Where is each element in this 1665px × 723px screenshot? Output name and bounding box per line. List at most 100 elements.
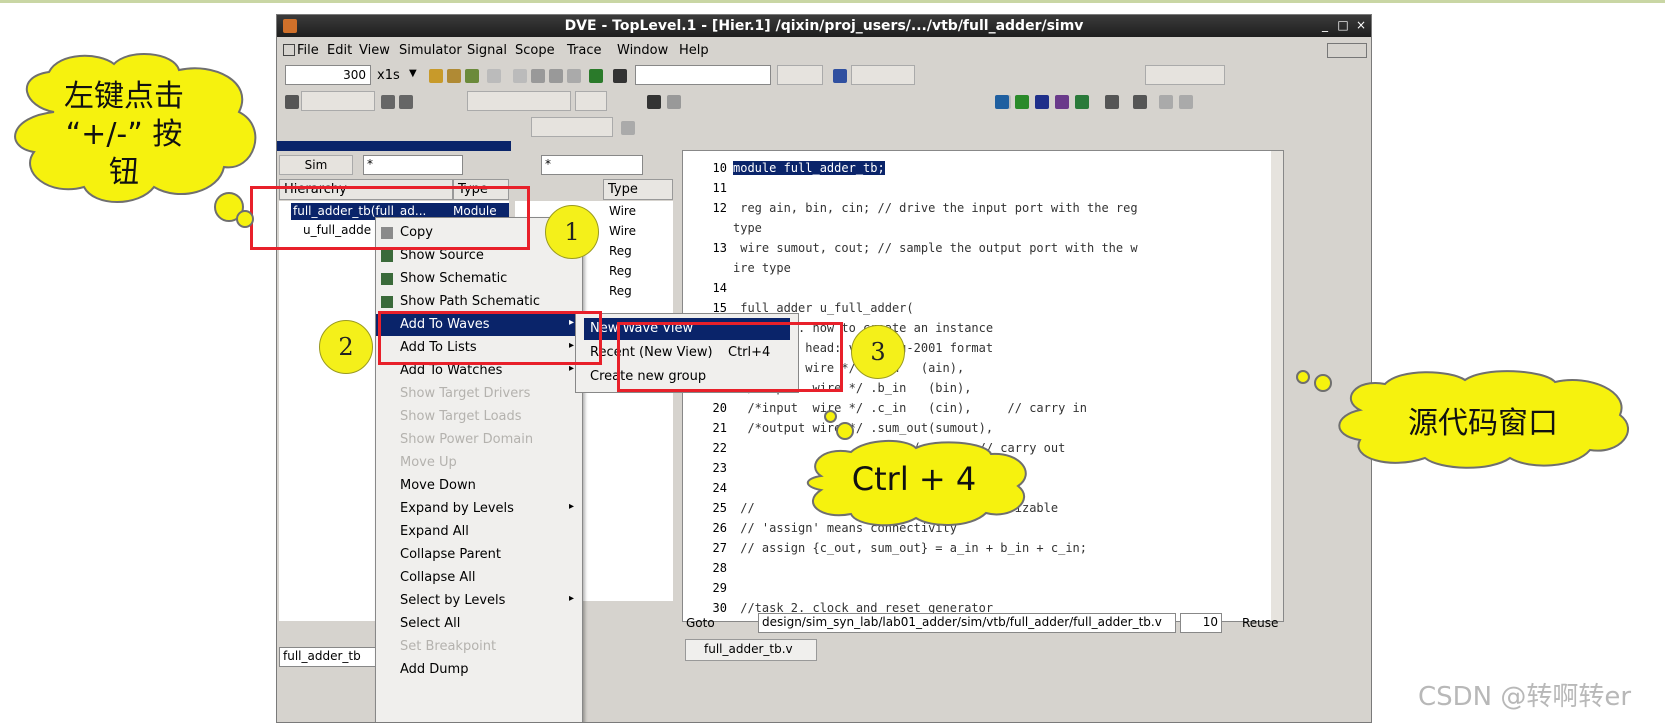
- source-tab[interactable]: full_adder_tb.v: [685, 639, 817, 661]
- highlight-box-1: [250, 186, 530, 250]
- toolbar-icon-3[interactable]: [621, 121, 635, 135]
- source-path-field[interactable]: design/sim_syn_lab/lab01_adder/sim/vtb/f…: [758, 613, 1176, 633]
- context-menu-item[interactable]: Move Down: [376, 475, 582, 497]
- code-line[interactable]: type: [733, 221, 762, 235]
- view-icon-5[interactable]: [1075, 95, 1089, 109]
- context-menu-item[interactable]: Add Dump: [376, 659, 582, 681]
- menu-signal[interactable]: Signal: [467, 43, 507, 58]
- view-icon-3[interactable]: [1035, 95, 1049, 109]
- line-number: 25: [712, 501, 727, 515]
- step-down-icon[interactable]: [833, 69, 847, 83]
- line-number: 14: [712, 281, 727, 295]
- menu-edit[interactable]: Edit: [327, 43, 352, 58]
- goto-button[interactable]: Goto: [686, 616, 715, 630]
- context-menu-item[interactable]: Show Path Schematic: [376, 291, 582, 313]
- menu-help[interactable]: Help: [679, 43, 709, 58]
- view-icon-4[interactable]: [1055, 95, 1069, 109]
- source-tab-label[interactable]: full_adder_tb.v: [704, 642, 793, 656]
- binoculars-icon[interactable]: [613, 69, 627, 83]
- save-icon[interactable]: [447, 69, 461, 83]
- back-icon[interactable]: [667, 95, 681, 109]
- menu-scope[interactable]: Scope: [515, 43, 555, 58]
- top-accent-line: [0, 0, 1665, 3]
- time-unit-select[interactable]: x1s: [377, 68, 400, 83]
- context-menu-item-label: Show Source: [400, 248, 484, 263]
- step-field[interactable]: [851, 65, 915, 85]
- time-unit-chevron-icon[interactable]: ▼: [409, 68, 417, 79]
- menu-item-icon: [381, 526, 393, 538]
- context-menu-item[interactable]: Collapse Parent: [376, 544, 582, 566]
- menu-trace[interactable]: Trace: [567, 43, 602, 58]
- print-icon[interactable]: [487, 69, 501, 83]
- cloud-right-callout: 源代码窗口: [1330, 370, 1636, 470]
- minimize-button[interactable]: _: [1317, 18, 1333, 33]
- view-icon-8[interactable]: [1159, 95, 1173, 109]
- context-menu-item-label: Show Power Domain: [400, 432, 534, 447]
- marker-icon[interactable]: [647, 95, 661, 109]
- data-col-type[interactable]: Type: [603, 179, 673, 200]
- open-icon[interactable]: [429, 69, 443, 83]
- search-input[interactable]: [635, 65, 771, 85]
- scope-icon[interactable]: [285, 95, 299, 109]
- cloud-left-bubble-2: [236, 210, 254, 228]
- toolbar-field-right[interactable]: [1145, 65, 1225, 85]
- maximize-button[interactable]: □: [1335, 18, 1351, 33]
- mdi-controls[interactable]: [1327, 43, 1367, 58]
- view-icon-2[interactable]: [1015, 95, 1029, 109]
- view-icon-6[interactable]: [1105, 95, 1119, 109]
- code-line[interactable]: ire type: [733, 261, 791, 275]
- menu-file[interactable]: File: [297, 43, 319, 58]
- hier-bottom-field[interactable]: full_adder_tb: [279, 647, 379, 667]
- line-number-field[interactable]: 10: [1180, 613, 1222, 633]
- context-menu-item[interactable]: Expand All: [376, 521, 582, 543]
- context-menu-item[interactable]: Expand by Levels ▸: [376, 498, 582, 520]
- paste-icon[interactable]: [549, 69, 563, 83]
- menu-window[interactable]: Window: [617, 43, 668, 58]
- toolbar-field-3[interactable]: [531, 117, 613, 137]
- hier-up-icon[interactable]: [381, 95, 395, 109]
- reuse-checkbox[interactable]: Reuse: [1242, 616, 1278, 630]
- find-tree-icon[interactable]: [589, 69, 603, 83]
- hier-filter-input[interactable]: *: [363, 155, 463, 175]
- code-line[interactable]: reg ain, bin, cin; // drive the input po…: [733, 201, 1137, 215]
- context-menu-item-label: Collapse All: [400, 570, 476, 585]
- view-icon-7[interactable]: [1133, 95, 1147, 109]
- copy-icon[interactable]: [531, 69, 545, 83]
- context-menu-item[interactable]: Show Schematic: [376, 268, 582, 290]
- context-menu-item[interactable]: Collapse All: [376, 567, 582, 589]
- context-menu-item[interactable]: Select All: [376, 613, 582, 635]
- menu-item-icon: [381, 296, 393, 308]
- data-filter-input[interactable]: *: [541, 155, 643, 175]
- system-menu-icon[interactable]: [283, 44, 295, 56]
- search-option-field[interactable]: [777, 65, 823, 85]
- line-number: 23: [712, 461, 727, 475]
- view-icon-9[interactable]: [1179, 95, 1193, 109]
- code-line[interactable]: module full_adder_tb;: [733, 161, 885, 175]
- signal-field[interactable]: [467, 91, 571, 111]
- goto-bar: Goto design/sim_syn_lab/lab01_adder/sim/…: [682, 613, 1371, 635]
- signal-spin[interactable]: [575, 91, 607, 111]
- reload-icon[interactable]: [465, 69, 479, 83]
- code-line[interactable]: wire sumout, cout; // sample the output …: [733, 241, 1137, 255]
- time-value-field[interactable]: 300: [285, 65, 371, 85]
- menu-simulator[interactable]: Simulator: [399, 43, 462, 58]
- menu-item-icon: [381, 503, 393, 515]
- cloud-ctrl-bubble-2: [824, 410, 837, 423]
- line-number: 21: [712, 421, 727, 435]
- source-scrollbar[interactable]: [1271, 151, 1283, 621]
- toolbar-row-1: 300 x1s ▼: [277, 63, 1371, 89]
- menu-view[interactable]: View: [359, 43, 390, 58]
- line-number: 12: [712, 201, 727, 215]
- view-icon-1[interactable]: [995, 95, 1009, 109]
- code-line[interactable]: // assign {c_out, sum_out} = a_in + b_in…: [733, 541, 1087, 555]
- sim-button[interactable]: Sim: [279, 155, 353, 175]
- code-line[interactable]: /*output wire */ .sum_out(sumout),: [733, 421, 993, 435]
- cut-icon[interactable]: [513, 69, 527, 83]
- scope-field[interactable]: [301, 91, 375, 111]
- cloud-ctrl-bubble-1: [836, 422, 854, 440]
- delete-icon[interactable]: [567, 69, 581, 83]
- hier-down-icon[interactable]: [399, 95, 413, 109]
- context-menu-item[interactable]: Select by Levels ▸: [376, 590, 582, 612]
- code-line[interactable]: /*input wire */ .c_in (cin), // carry in: [733, 401, 1087, 415]
- close-button[interactable]: ×: [1353, 18, 1369, 33]
